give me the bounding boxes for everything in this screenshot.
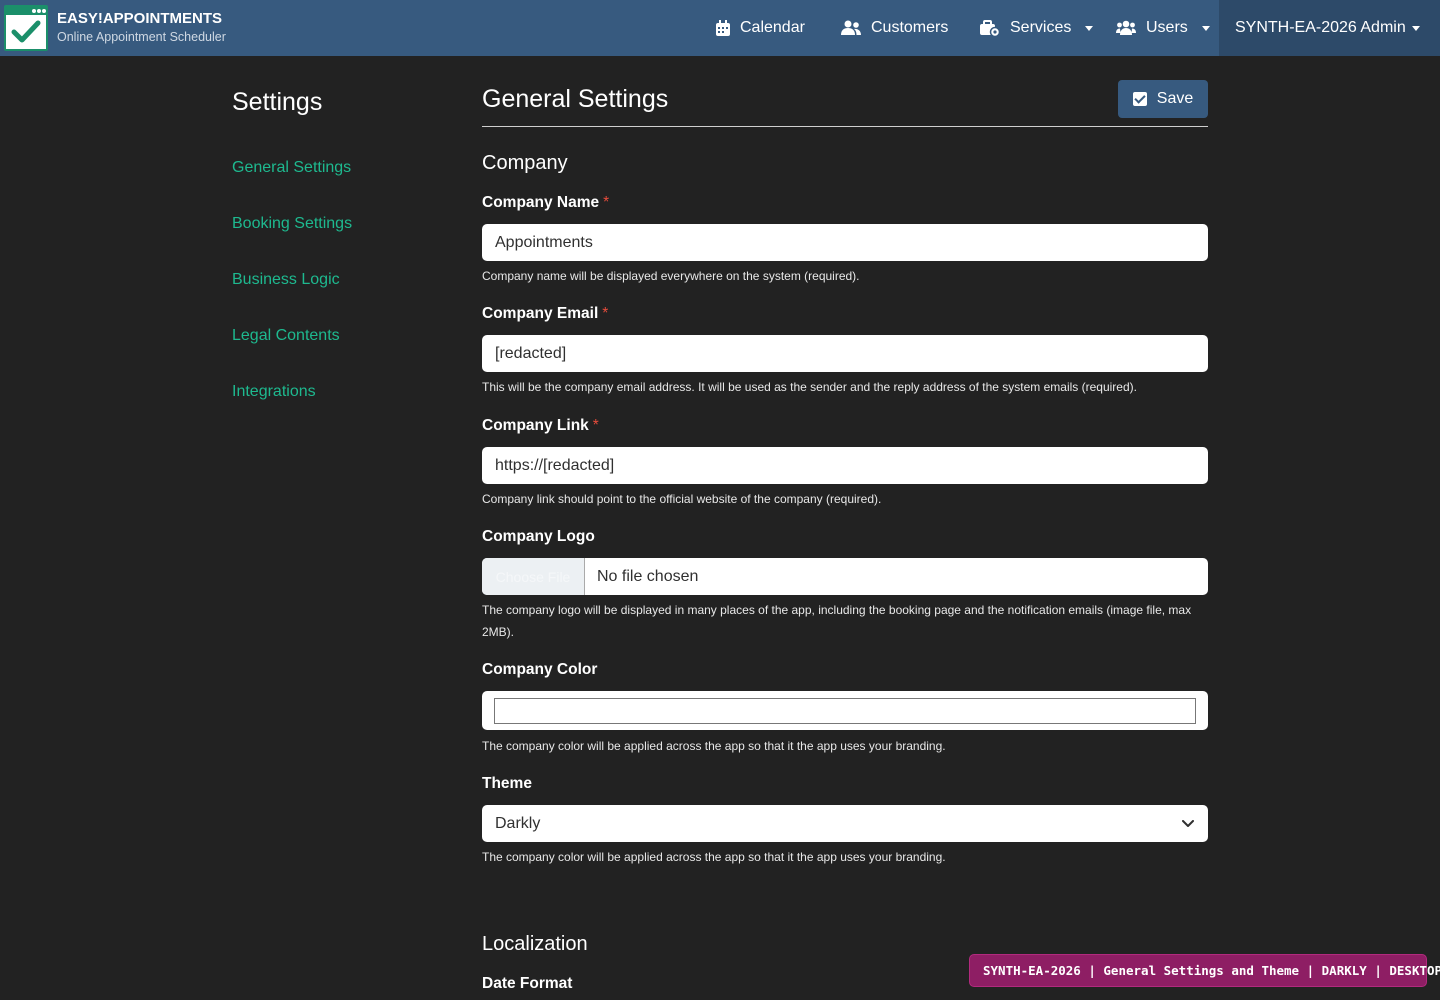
choose-file-button[interactable]: Choose File: [482, 558, 585, 595]
section-heading-localization: Localization: [482, 933, 588, 955]
chevron-down-icon: [1201, 25, 1210, 31]
services-icon: [980, 19, 1000, 37]
sidebar-item-legal-contents[interactable]: Legal Contents: [232, 327, 340, 345]
company-logo-file-input[interactable]: Choose File No file chosen: [482, 558, 1208, 595]
section-heading-company: Company: [482, 152, 568, 174]
check-square-icon: [1132, 92, 1147, 106]
company-email-help: This will be the company email address. …: [482, 380, 1137, 394]
brand-title: EASY!APPOINTMENTS: [57, 10, 223, 27]
date-format-label: Date Format: [482, 975, 573, 992]
account-menu[interactable]: SYNTH-EA-2026 Admin: [1219, 0, 1440, 56]
environment-badge: SYNTH-EA-2026 | General Settings and The…: [969, 954, 1440, 987]
nav-services[interactable]: Services: [980, 0, 1094, 56]
page-title: General Settings: [482, 85, 669, 113]
sidebar-item-booking-settings[interactable]: Booking Settings: [232, 215, 352, 233]
company-logo-label: Company Logo: [482, 528, 595, 545]
customers-icon: [841, 20, 861, 35]
company-email-label: Company Email *: [482, 305, 608, 323]
company-logo-help: The company logo will be displayed in ma…: [482, 603, 1192, 639]
account-menu-label: SYNTH-EA-2026 Admin: [1235, 19, 1406, 36]
company-email-label-text: Company Email: [482, 305, 599, 322]
nav-customers[interactable]: Customers: [841, 0, 948, 56]
calendar-icon: [716, 20, 730, 36]
app-logo: [4, 5, 48, 51]
theme-select[interactable]: Darkly: [482, 805, 1208, 842]
theme-selected-value: Darkly: [495, 814, 541, 832]
company-email-value: [redacted]: [495, 344, 567, 362]
sidebar-item-integrations[interactable]: Integrations: [232, 383, 316, 401]
chevron-down-icon: [1411, 25, 1420, 31]
chevron-down-icon: [1085, 25, 1094, 31]
chevron-down-icon: [1182, 819, 1194, 827]
sidebar-item-general-settings[interactable]: General Settings: [232, 159, 351, 177]
company-name-input[interactable]: Appointments: [482, 224, 1208, 261]
nav-users[interactable]: Users: [1116, 0, 1210, 56]
theme-help: The company color will be applied across…: [482, 850, 946, 864]
company-name-help: Company name will be displayed everywher…: [482, 269, 860, 283]
save-button-label: Save: [1156, 90, 1194, 107]
title-divider: [482, 126, 1208, 127]
nav-users-label: Users: [1146, 19, 1188, 36]
nav-services-label: Services: [1010, 19, 1072, 36]
theme-label: Theme: [482, 775, 532, 792]
sidebar-item-business-logic[interactable]: Business Logic: [232, 271, 340, 289]
company-color-label: Company Color: [482, 661, 598, 678]
company-name-label: Company Name *: [482, 194, 609, 212]
save-button[interactable]: Save: [1118, 80, 1208, 118]
nav-calendar[interactable]: Calendar: [716, 0, 805, 56]
required-marker: *: [602, 305, 609, 322]
company-link-input[interactable]: https://[redacted]: [482, 447, 1208, 484]
company-link-label-text: Company Link: [482, 417, 589, 434]
top-navbar: EASY!APPOINTMENTS Online Appointment Sch…: [0, 0, 1440, 56]
nav-calendar-label: Calendar: [740, 19, 805, 36]
sidebar-title: Settings: [232, 88, 323, 116]
company-email-input[interactable]: [redacted]: [482, 335, 1208, 372]
company-link-label: Company Link *: [482, 417, 599, 435]
file-status: No file chosen: [597, 567, 699, 585]
company-link-help: Company link should point to the officia…: [482, 492, 882, 506]
company-color-input[interactable]: [482, 691, 1208, 730]
brand-subtitle: Online Appointment Scheduler: [57, 30, 226, 44]
company-name-label-text: Company Name: [482, 194, 600, 211]
nav-customers-label: Customers: [871, 19, 949, 36]
company-link-value: https://[redacted]: [495, 456, 615, 474]
users-icon: [1116, 20, 1136, 35]
company-name-value: Appointments: [495, 233, 593, 251]
required-marker: *: [592, 417, 599, 434]
company-color-help: The company color will be applied across…: [482, 739, 946, 753]
color-swatch[interactable]: [494, 697, 1196, 724]
required-marker: *: [603, 194, 610, 211]
